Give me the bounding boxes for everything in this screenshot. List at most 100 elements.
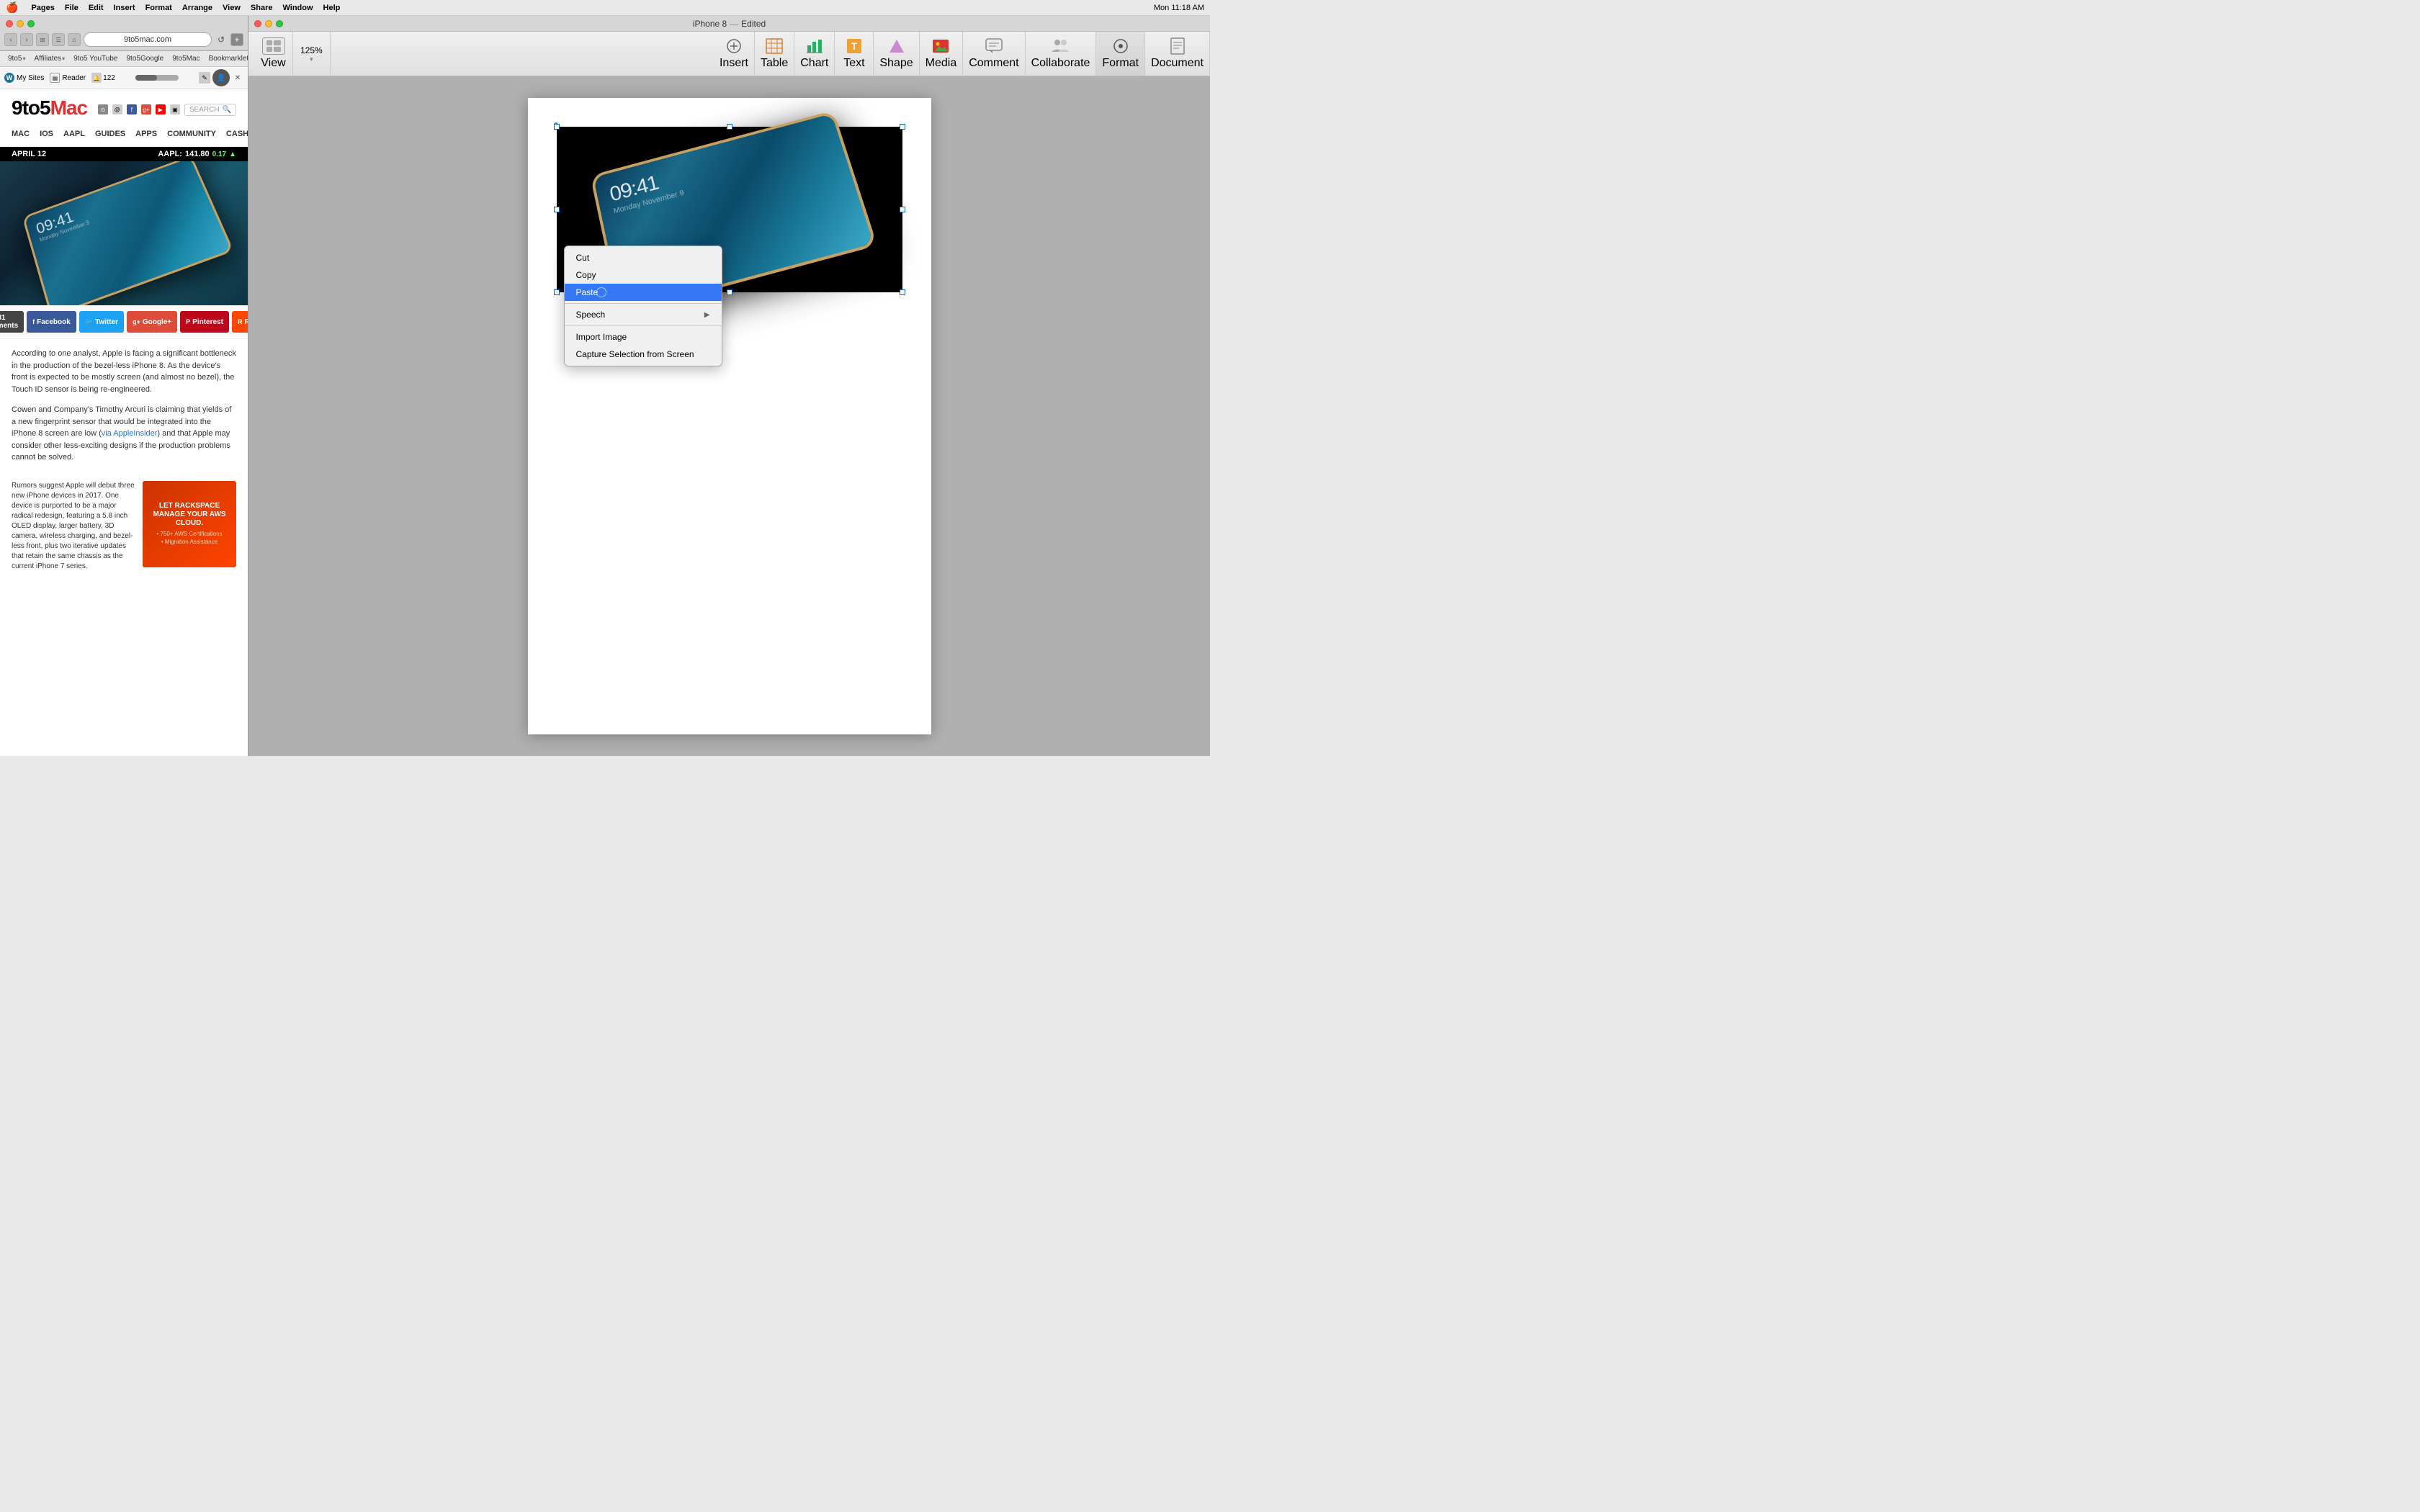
handle-r[interactable] xyxy=(900,207,905,212)
help-menu[interactable]: Help xyxy=(323,4,341,12)
browser-traffic-lights xyxy=(0,16,248,30)
bookmark-bookmarklets[interactable]: Bookmarklets ▾ xyxy=(205,53,248,64)
twitter-icon: 🐦 xyxy=(85,318,93,326)
ad-text-block: Rumors suggest Apple will debut three ne… xyxy=(12,481,135,572)
close-button[interactable] xyxy=(6,20,13,27)
bookmark-affiliates[interactable]: Affiliates ▾ xyxy=(30,53,68,64)
handle-t[interactable] xyxy=(727,124,732,130)
nav-cashback[interactable]: CASHBACK/FIX xyxy=(226,130,248,138)
edit-menu[interactable]: Edit xyxy=(89,4,104,12)
wordpress-icon-group: W My Sites xyxy=(4,73,44,83)
context-menu-capture[interactable]: Capture Selection from Screen xyxy=(565,346,722,363)
collaborate-button[interactable]: Collaborate xyxy=(1026,32,1097,76)
my-sites-label[interactable]: My Sites xyxy=(17,74,44,82)
document-icon xyxy=(1166,37,1189,55)
nav-aapl[interactable]: AAPL xyxy=(63,130,85,138)
handle-br[interactable] xyxy=(900,289,905,295)
handle-b[interactable] xyxy=(727,289,732,295)
context-menu-speech[interactable]: Speech ▶ xyxy=(565,306,722,323)
pinterest-label: Pinterest xyxy=(192,318,223,326)
pinterest-share-button[interactable]: P Pinterest xyxy=(180,311,229,333)
context-menu-paste[interactable]: Paste xyxy=(565,284,722,301)
table-button[interactable]: Table xyxy=(755,32,794,76)
social-icons: ⊙ @ f g+ ▶ ▣ xyxy=(98,104,180,114)
site-date-bar: APRIL 12 AAPL: 141.80 0.17 ▲ xyxy=(0,147,248,161)
icon-facebook[interactable]: f xyxy=(127,104,137,114)
bookmark-youtube[interactable]: 9to5 YouTube xyxy=(70,53,121,64)
comments-button[interactable]: 131 Comments xyxy=(0,311,24,333)
menubar-time: Mon 11:18 AM xyxy=(1154,4,1204,12)
zoom-button[interactable]: 125% ▼ xyxy=(293,32,331,76)
toolbar-left: View 125% ▼ xyxy=(248,32,331,76)
document-button[interactable]: Document xyxy=(1145,32,1210,76)
share-menu[interactable]: Share xyxy=(251,4,273,12)
text-button[interactable]: T Text xyxy=(835,32,874,76)
icon-rss[interactable]: ▣ xyxy=(170,104,180,114)
maximize-button[interactable] xyxy=(27,20,35,27)
nav-guides[interactable]: GUIDES xyxy=(95,130,125,138)
search-bar[interactable]: SEARCH 🔍 xyxy=(184,104,236,116)
handle-tr[interactable] xyxy=(900,124,905,130)
reader-label[interactable]: Reader xyxy=(62,74,86,82)
pages-maximize-button[interactable] xyxy=(276,20,283,27)
pages-close-button[interactable] xyxy=(254,20,261,27)
nav-mac[interactable]: MAC xyxy=(12,130,30,138)
new-tab-button[interactable]: + xyxy=(230,33,243,46)
reddit-share-button[interactable]: R Reddit xyxy=(232,311,248,333)
insert-menu[interactable]: Insert xyxy=(114,4,135,12)
facebook-share-button[interactable]: f Facebook xyxy=(27,311,76,333)
insert-button[interactable]: Insert xyxy=(714,32,755,76)
icon-gplus[interactable]: g+ xyxy=(141,104,151,114)
context-menu-cut[interactable]: Cut xyxy=(565,249,722,266)
minimize-button[interactable] xyxy=(17,20,24,27)
window-menu[interactable]: Window xyxy=(282,4,313,12)
view-label: View xyxy=(261,57,285,70)
show-tabs-button[interactable]: ⊞ xyxy=(36,33,49,46)
context-menu-import[interactable]: Import Image xyxy=(565,328,722,346)
home-button[interactable]: ⌂ xyxy=(68,33,81,46)
view-button[interactable]: View xyxy=(254,32,293,76)
handle-tl[interactable] xyxy=(554,124,560,130)
pages-window-controls xyxy=(254,16,283,31)
pages-minimize-button[interactable] xyxy=(265,20,272,27)
edit-icon[interactable]: ✎ xyxy=(199,72,210,84)
apple-menu[interactable]: 🍎 xyxy=(6,1,18,14)
arrange-menu[interactable]: Arrange xyxy=(182,4,212,12)
website-content: 9to5Mac ⊙ @ f g+ ▶ ▣ SEARCH xyxy=(0,89,248,756)
handle-l[interactable] xyxy=(554,207,560,212)
forward-button[interactable]: › xyxy=(20,33,33,46)
ad-banner[interactable]: LET RACKSPACE MANAGE YOUR AWS CLOUD. • 7… xyxy=(143,481,236,567)
view-menu[interactable]: View xyxy=(223,4,241,12)
pages-document: 09:41 Monday November 9 Cut Copy xyxy=(528,98,931,734)
reload-button[interactable]: ↺ xyxy=(215,33,228,46)
shape-button[interactable]: Shape xyxy=(874,32,919,76)
format-button[interactable]: Format xyxy=(1096,32,1145,76)
nav-apps[interactable]: APPS xyxy=(135,130,157,138)
context-menu-copy[interactable]: Copy xyxy=(565,266,722,284)
url-bar[interactable]: 9to5mac.com xyxy=(84,32,212,47)
twitter-share-button[interactable]: 🐦 Twitter xyxy=(79,311,124,333)
app-name[interactable]: Pages xyxy=(31,4,54,12)
close-tab-icon[interactable]: ✕ xyxy=(232,72,243,84)
bookmark-google[interactable]: 9to5Google xyxy=(122,53,167,64)
icon-email[interactable]: @ xyxy=(112,104,122,114)
icon-youtube[interactable]: ▶ xyxy=(156,104,166,114)
bookmark-9to5[interactable]: 9to5 ▾ xyxy=(4,53,29,64)
chart-icon xyxy=(803,37,826,55)
comment-button[interactable]: Comment xyxy=(963,32,1025,76)
bookmark-9to5mac[interactable]: 9to5Mac xyxy=(169,53,203,64)
file-menu[interactable]: File xyxy=(65,4,79,12)
sidebar-button[interactable]: ☰ xyxy=(52,33,65,46)
user-avatar[interactable]: 👤 xyxy=(212,69,230,86)
handle-bl[interactable] xyxy=(554,289,560,295)
google-share-button[interactable]: g+ Google+ xyxy=(127,311,177,333)
back-button[interactable]: ‹ xyxy=(4,33,17,46)
chart-button[interactable]: Chart xyxy=(794,32,835,76)
aapl-label: AAPL: xyxy=(158,150,182,158)
nav-ios[interactable]: IOS xyxy=(40,130,53,138)
nav-community[interactable]: COMMUNITY xyxy=(167,130,216,138)
media-button[interactable]: Media xyxy=(920,32,964,76)
article-link[interactable]: via AppleInsider xyxy=(102,429,158,438)
format-menu[interactable]: Format xyxy=(145,4,172,12)
icon-settings[interactable]: ⊙ xyxy=(98,104,108,114)
